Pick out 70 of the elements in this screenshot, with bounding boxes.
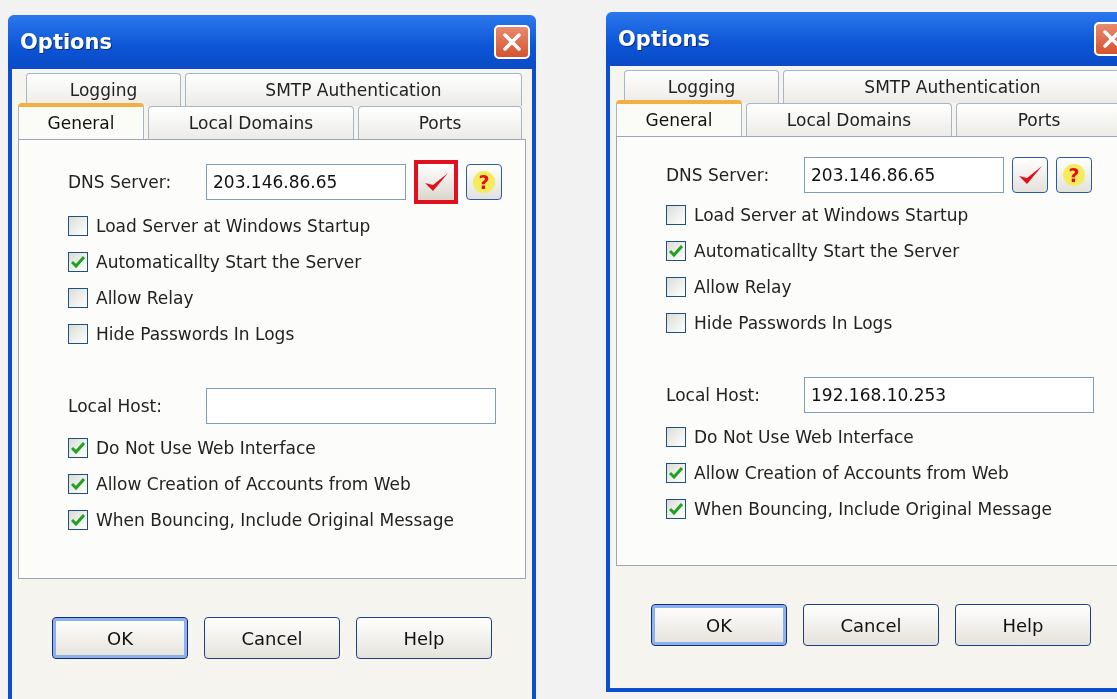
- window-title: Options: [618, 27, 710, 51]
- tab[interactable]: SMTP Authentication: [185, 73, 522, 106]
- check-icon: [669, 245, 683, 257]
- check-icon: [669, 503, 683, 515]
- checkbox[interactable]: [666, 463, 686, 483]
- local-host-field[interactable]: 192.168.10.253: [804, 377, 1094, 413]
- checkbox-label: When Bouncing, Include Original Message: [96, 510, 454, 530]
- dialog-button[interactable]: Help: [955, 604, 1091, 646]
- checkbox-label: Hide Passwords In Logs: [96, 324, 295, 344]
- checkbox-label: When Bouncing, Include Original Message: [694, 499, 1052, 519]
- close-icon: [502, 32, 522, 52]
- checkbox-label: Load Server at Windows Startup: [694, 205, 969, 225]
- field-label: Local Host:: [666, 385, 761, 405]
- checkbox[interactable]: [68, 252, 88, 272]
- checkbox[interactable]: [666, 205, 686, 225]
- checkbox[interactable]: [68, 216, 88, 236]
- checkbox[interactable]: [666, 427, 686, 447]
- checkbox-label: Automaticallty Start the Server: [96, 252, 362, 272]
- field-label: DNS Server:: [68, 172, 173, 192]
- dns-server-field[interactable]: 203.146.86.65: [804, 157, 1004, 193]
- question-mark-icon: ?: [1062, 163, 1086, 187]
- tab[interactable]: SMTP Authentication: [783, 70, 1117, 103]
- checkbox-label: Do Not Use Web Interface: [694, 427, 914, 447]
- dns-server-field[interactable]: 203.146.86.65: [206, 164, 406, 200]
- checkbox[interactable]: [666, 313, 686, 333]
- checkbox-label: Allow Relay: [96, 288, 194, 308]
- check-icon: [71, 256, 85, 268]
- checkbox[interactable]: [68, 510, 88, 530]
- checkbox-label: Hide Passwords In Logs: [694, 313, 893, 333]
- tab[interactable]: General: [18, 103, 144, 139]
- tab[interactable]: General: [616, 100, 742, 136]
- dialog-button[interactable]: Cancel: [803, 604, 939, 646]
- checkbox-label: Load Server at Windows Startup: [96, 216, 371, 236]
- checkbox-label: Do Not Use Web Interface: [96, 438, 316, 458]
- verify-button[interactable]: [414, 160, 458, 204]
- check-icon: [71, 514, 85, 526]
- checkbox-label: Allow Relay: [694, 277, 792, 297]
- check-icon: [669, 467, 683, 479]
- question-mark-icon: ?: [472, 170, 496, 194]
- dialog-button[interactable]: Help: [356, 617, 492, 659]
- help-icon-button[interactable]: ?: [466, 164, 502, 200]
- checkbox[interactable]: [68, 438, 88, 458]
- field-label: DNS Server:: [666, 165, 771, 185]
- tab[interactable]: Local Domains: [148, 106, 354, 139]
- window-title: Options: [20, 30, 112, 54]
- checkbox[interactable]: [666, 277, 686, 297]
- tab[interactable]: Ports: [956, 103, 1117, 136]
- verify-button[interactable]: [1012, 157, 1048, 193]
- checkbox[interactable]: [666, 499, 686, 519]
- checkbox[interactable]: [666, 241, 686, 261]
- checkbox[interactable]: [68, 474, 88, 494]
- tab[interactable]: Ports: [358, 106, 522, 139]
- checkbox-label: Allow Creation of Accounts from Web: [96, 474, 411, 494]
- field-label: Local Host:: [68, 396, 163, 416]
- checkbox-label: Automaticallty Start the Server: [694, 241, 960, 261]
- tab[interactable]: Logging: [624, 70, 779, 103]
- check-icon: [71, 442, 85, 454]
- check-icon: [71, 478, 85, 490]
- checkbox[interactable]: [68, 324, 88, 344]
- close-button[interactable]: [494, 25, 530, 59]
- tab[interactable]: Logging: [26, 73, 181, 106]
- help-icon-button[interactable]: ?: [1056, 157, 1092, 193]
- dialog-button[interactable]: OK: [651, 604, 787, 646]
- checkbox[interactable]: [68, 288, 88, 308]
- local-host-field[interactable]: [206, 388, 496, 424]
- close-icon: [1102, 29, 1117, 49]
- tab[interactable]: Local Domains: [746, 103, 952, 136]
- dialog-button[interactable]: Cancel: [204, 617, 340, 659]
- checkbox-label: Allow Creation of Accounts from Web: [694, 463, 1009, 483]
- dialog-button[interactable]: OK: [52, 617, 188, 659]
